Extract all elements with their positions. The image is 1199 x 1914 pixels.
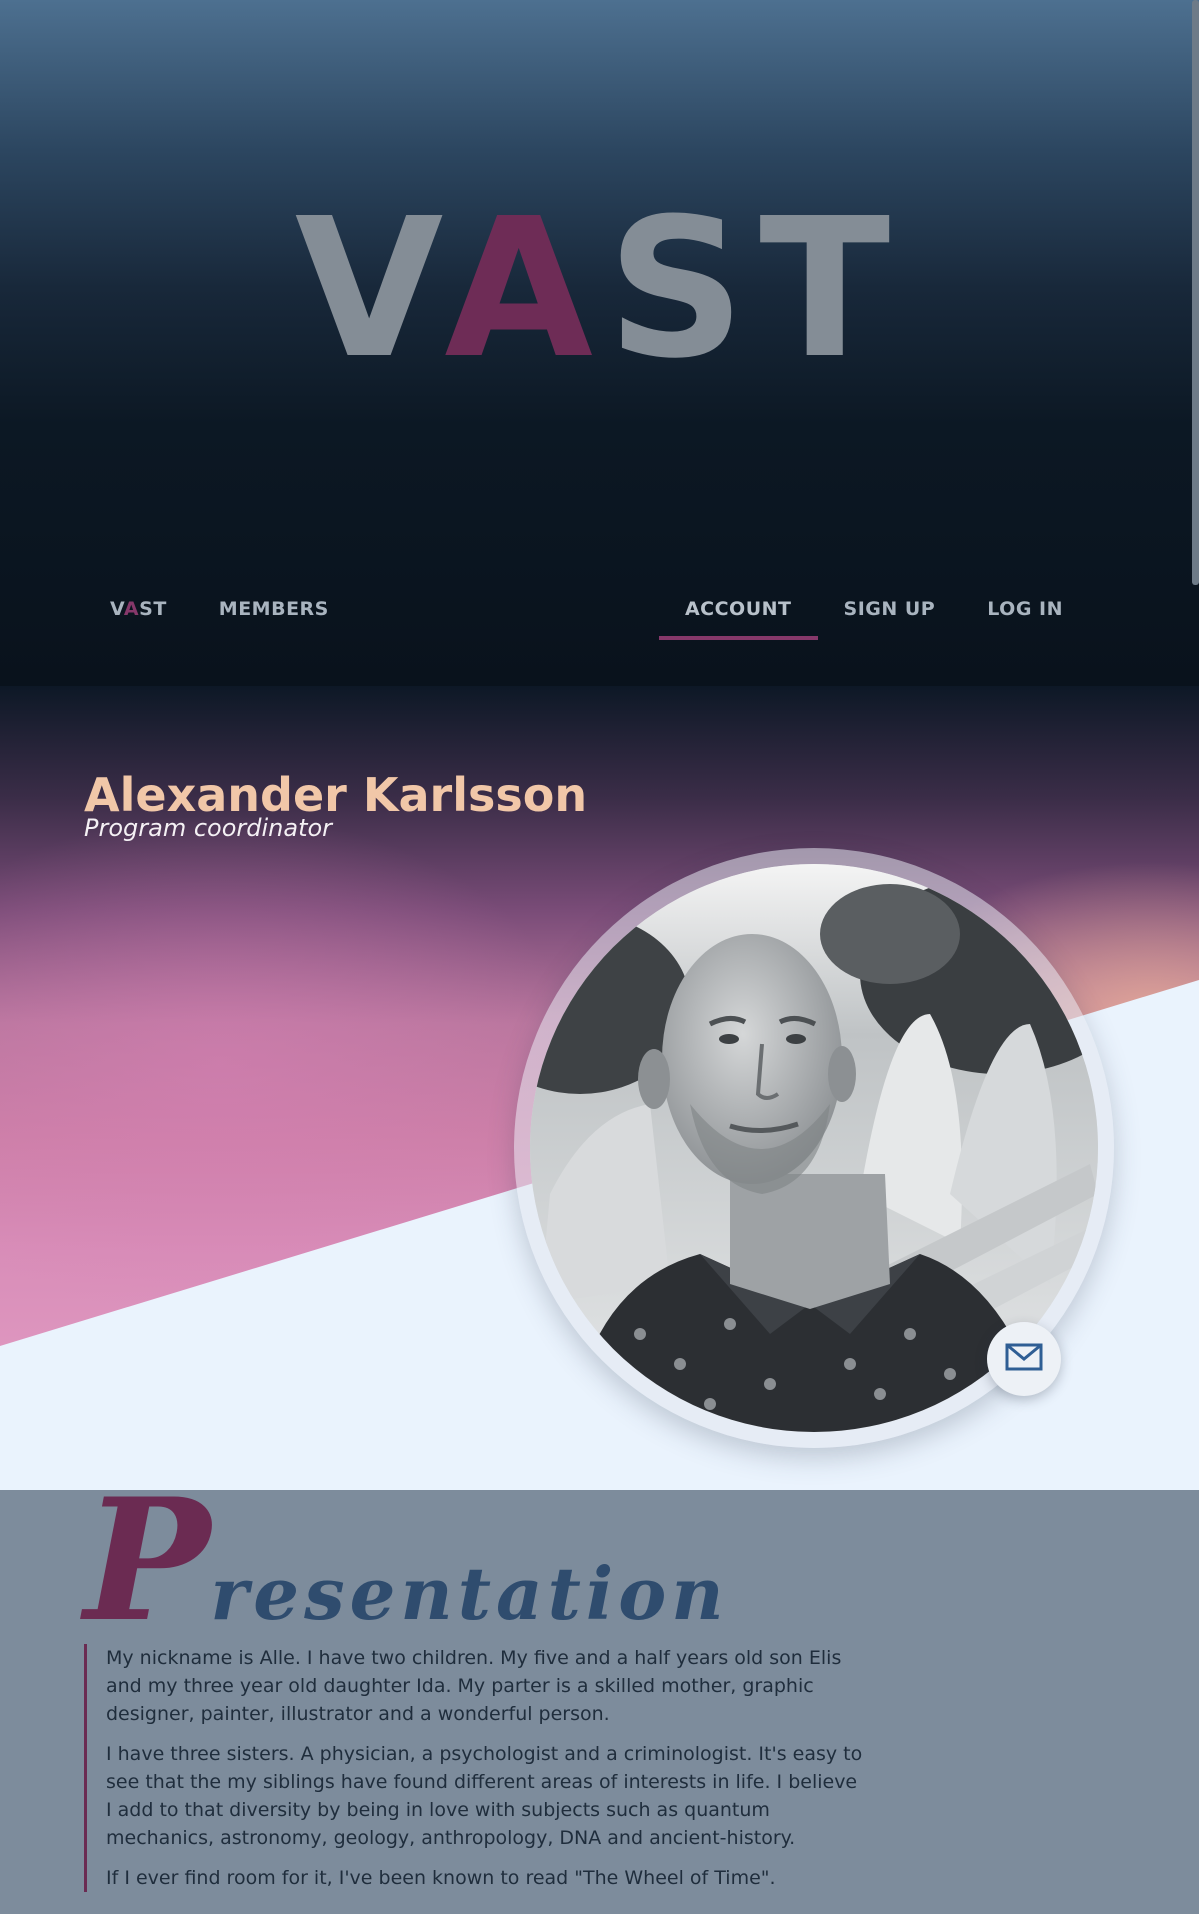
- nav-left: VAST MEMBERS: [110, 598, 329, 620]
- nav-members-link[interactable]: MEMBERS: [219, 598, 329, 620]
- envelope-icon: [1005, 1343, 1043, 1375]
- heading-rest: resentation: [210, 1551, 729, 1636]
- nav-login-link[interactable]: LOG IN: [961, 598, 1089, 620]
- header-hero: VAST VAST MEMBERS ACCOUNT SIGN UP LOG IN: [0, 0, 1199, 686]
- drop-cap: P: [84, 1461, 211, 1659]
- profile-section: Alexander Karlsson Program coordinator: [0, 686, 1199, 1490]
- nav-home-link[interactable]: VAST: [110, 598, 167, 620]
- nav-signup-link[interactable]: SIGN UP: [818, 598, 962, 620]
- presentation-paragraph: My nickname is Alle. I have two children…: [106, 1647, 842, 1725]
- presentation-paragraph: If I ever find room for it, I've been kn…: [106, 1867, 776, 1889]
- profile-role: Program coordinator: [84, 814, 333, 842]
- presentation-heading: Presentation: [84, 1476, 729, 1644]
- presentation-section: Presentation My nickname is Alle. I have…: [0, 1476, 1199, 1914]
- presentation-body: My nickname is Alle. I have two children…: [84, 1644, 864, 1892]
- presentation-paragraph: I have three sisters. A physician, a psy…: [106, 1743, 863, 1849]
- contact-mail-button[interactable]: [987, 1322, 1061, 1396]
- nav-right: ACCOUNT SIGN UP LOG IN: [658, 598, 1089, 640]
- site-logo: VAST: [294, 178, 905, 401]
- nav-account-link[interactable]: ACCOUNT: [658, 598, 818, 640]
- page-scrollbar[interactable]: [1192, 0, 1199, 585]
